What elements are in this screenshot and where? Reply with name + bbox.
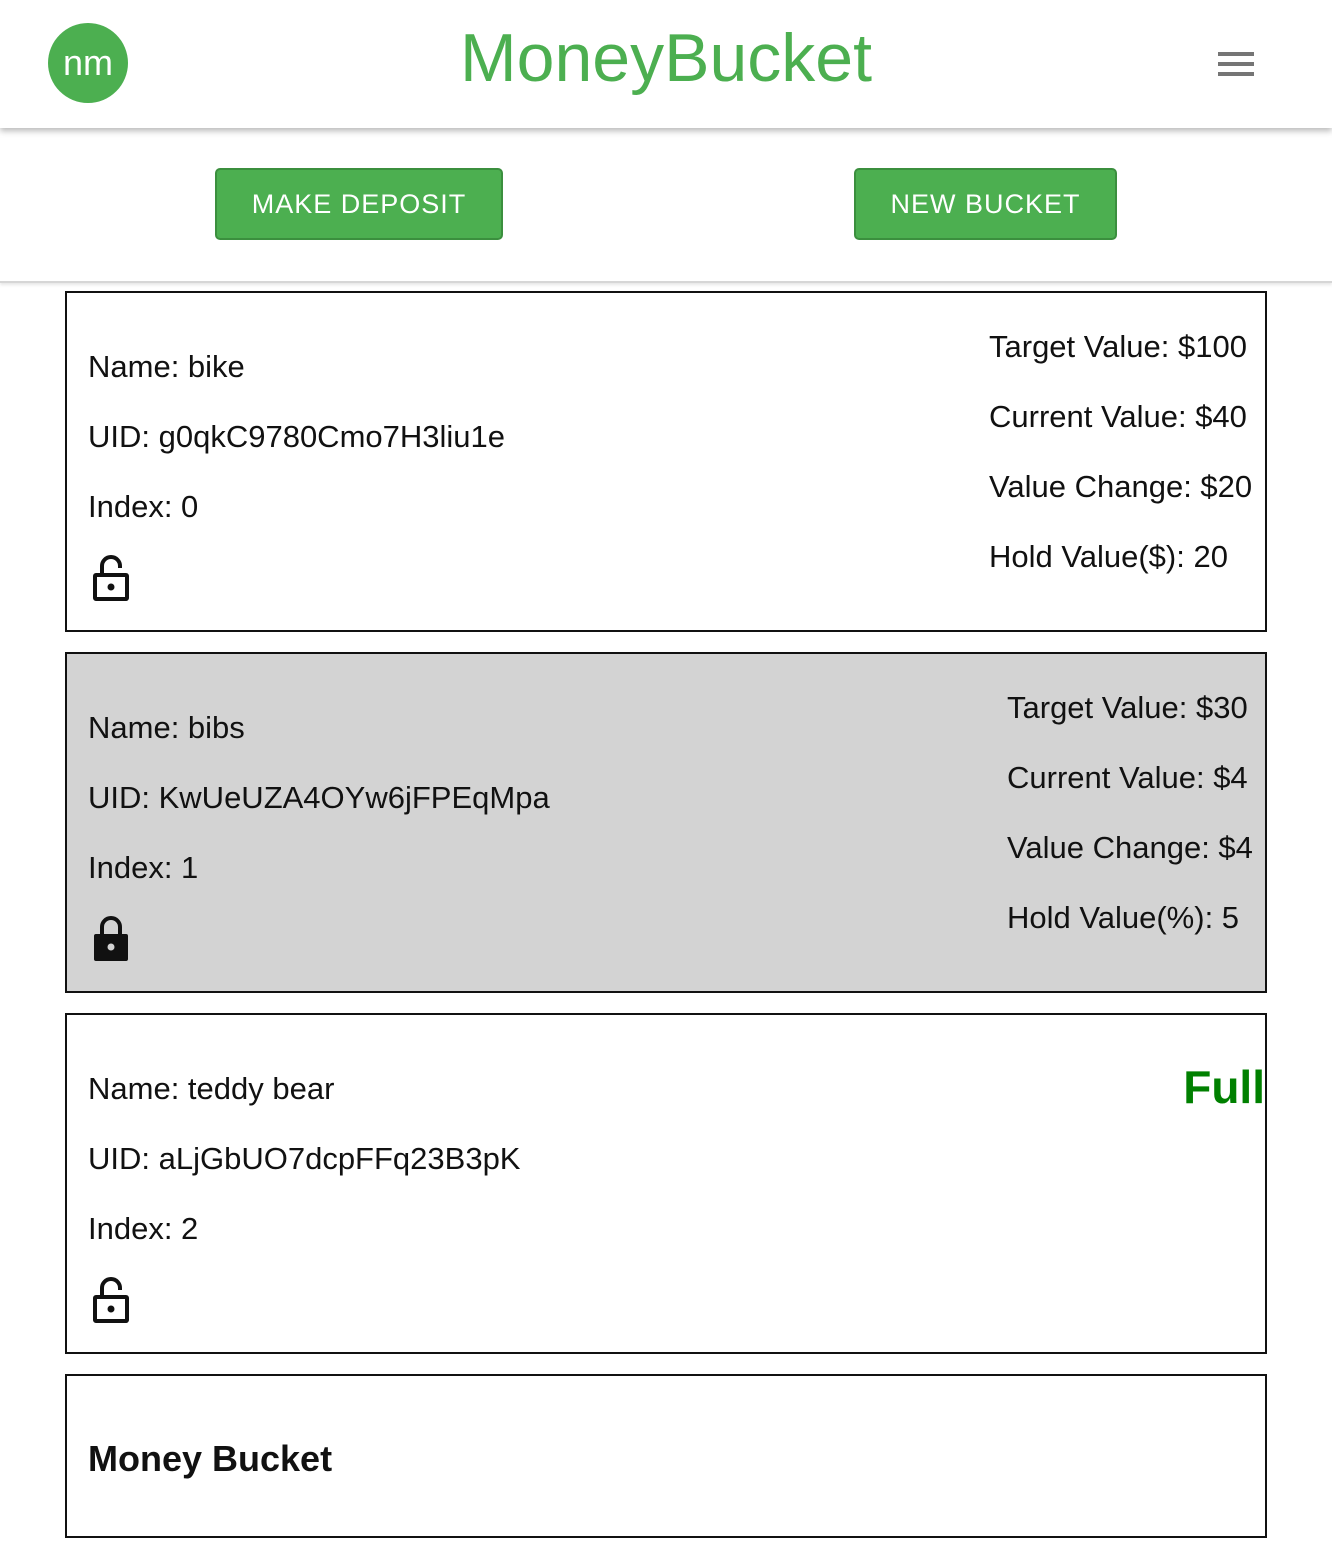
bucket-values: Target Value: $30 Current Value: $4 Valu… <box>1007 689 1253 969</box>
locked-padlock-icon[interactable] <box>93 916 129 962</box>
bucket-card[interactable]: Name: bike UID: g0qkC9780Cmo7H3liu1e Ind… <box>65 291 1267 632</box>
bucket-card-selected[interactable]: Name: bibs UID: KwUeUZA4OYw6jFPEqMpa Ind… <box>65 652 1267 993</box>
bucket-uid: UID: aLjGbUO7dcpFFq23B3pK <box>88 1141 521 1176</box>
app-title: MoneyBucket <box>460 20 872 96</box>
hamburger-menu-icon[interactable] <box>1210 44 1262 84</box>
bucket-name: Name: teddy bear <box>88 1071 335 1106</box>
bucket-index: Index: 0 <box>88 489 199 524</box>
user-avatar[interactable]: nm <box>48 23 128 103</box>
footer-card: Money Bucket <box>65 1374 1267 1538</box>
target-value: Target Value: $30 <box>1007 690 1248 725</box>
make-deposit-button[interactable]: MAKE DEPOSIT <box>215 168 503 240</box>
value-change: Value Change: $20 <box>989 469 1253 504</box>
unlocked-padlock-icon[interactable] <box>93 1277 129 1323</box>
footer-title: Money Bucket <box>88 1438 333 1479</box>
bucket-index: Index: 1 <box>88 850 199 885</box>
bucket-index: Index: 2 <box>88 1211 199 1246</box>
bucket-name: Name: bibs <box>88 710 245 745</box>
bucket-card[interactable]: Name: teddy bear UID: aLjGbUO7dcpFFq23B3… <box>65 1013 1267 1354</box>
new-bucket-button[interactable]: NEW BUCKET <box>854 168 1117 240</box>
action-toolbar: MAKE DEPOSIT NEW BUCKET <box>0 128 1332 283</box>
hold-value: Hold Value(%): 5 <box>1007 900 1240 935</box>
app-header: nm MoneyBucket <box>0 0 1332 128</box>
current-value: Current Value: $40 <box>989 399 1247 434</box>
full-status-badge: Full <box>1183 1061 1265 1113</box>
hold-value: Hold Value($): 20 <box>989 539 1228 574</box>
unlocked-padlock-icon[interactable] <box>93 555 129 601</box>
bucket-uid: UID: g0qkC9780Cmo7H3liu1e <box>88 419 506 454</box>
bucket-uid: UID: KwUeUZA4OYw6jFPEqMpa <box>88 780 550 815</box>
value-change: Value Change: $4 <box>1007 830 1253 865</box>
current-value: Current Value: $4 <box>1007 760 1248 795</box>
bucket-name: Name: bike <box>88 349 245 384</box>
bucket-values: Target Value: $100 Current Value: $40 Va… <box>989 328 1252 608</box>
target-value: Target Value: $100 <box>989 329 1247 364</box>
